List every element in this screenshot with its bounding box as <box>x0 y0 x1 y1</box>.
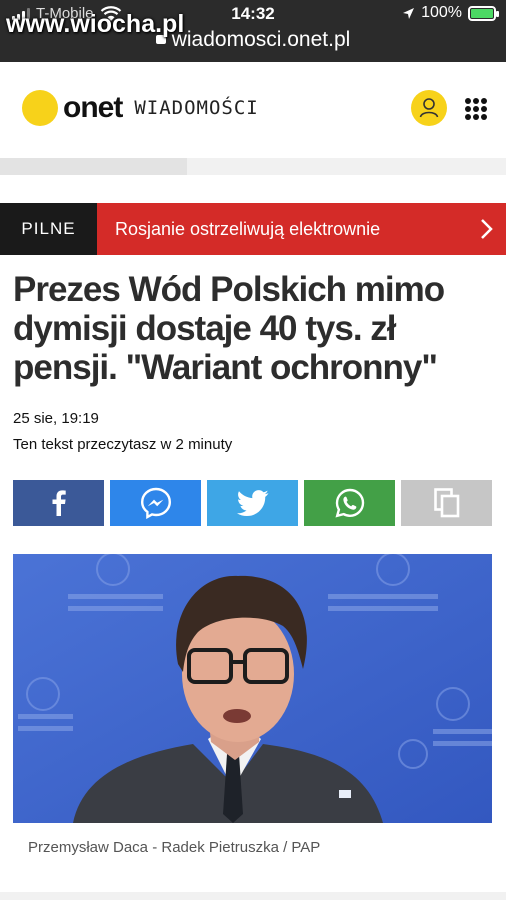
logo-dot-icon <box>22 90 58 126</box>
apps-dot-icon <box>473 114 479 120</box>
copy-link-button[interactable] <box>401 480 492 526</box>
site-header: onet WIADOMOŚCI <box>0 62 506 158</box>
status-bar: T-Mobile 14:32 100% wiadomosci.onet.pl w… <box>0 0 506 62</box>
share-twitter-button[interactable] <box>207 480 298 526</box>
site-logo[interactable]: onet WIADOMOŚCI <box>22 90 259 126</box>
reading-time: Ten tekst przeczytasz w 2 minuty <box>13 436 233 453</box>
apps-dot-icon <box>473 98 479 104</box>
breaking-tag: PILNE <box>0 203 97 255</box>
breaking-news-bar[interactable]: PILNE Rosjanie ostrzeliwują elektrownie <box>0 203 506 255</box>
apps-menu-button[interactable] <box>465 98 487 120</box>
article-photo[interactable] <box>13 554 492 823</box>
copy-icon <box>433 488 459 518</box>
apps-dot-icon <box>465 106 471 112</box>
reading-progress-fill <box>0 158 188 175</box>
facebook-icon <box>52 490 66 516</box>
watermark: www.wiocha.pl <box>6 10 185 38</box>
share-facebook-button[interactable] <box>13 480 104 526</box>
article-photo-image <box>13 554 492 823</box>
url-text: wiadomosci.onet.pl <box>171 28 351 51</box>
user-icon <box>419 98 439 118</box>
reading-progress-bar <box>0 158 506 175</box>
logo-text: onet <box>63 91 123 124</box>
apps-dot-icon <box>473 106 479 112</box>
user-account-button[interactable] <box>411 90 447 126</box>
location-arrow-icon <box>403 7 415 19</box>
section-divider <box>0 892 506 900</box>
apps-dot-icon <box>481 114 487 120</box>
share-whatsapp-button[interactable] <box>304 480 395 526</box>
battery-percent: 100% <box>421 4 462 21</box>
whatsapp-icon <box>334 488 364 518</box>
status-right: 100% <box>402 4 499 22</box>
chevron-right-icon <box>481 219 493 239</box>
battery-icon <box>468 5 499 21</box>
section-name: WIADOMOŚCI <box>134 97 259 119</box>
article-title: Prezes Wód Polskich mimo dymisji dostaje… <box>13 270 445 387</box>
apps-dot-icon <box>481 98 487 104</box>
apps-dot-icon <box>481 106 487 112</box>
apps-dot-icon <box>465 114 471 120</box>
article-date: 25 sie, 19:19 <box>13 410 99 427</box>
breaking-headline: Rosjanie ostrzeliwują elektrownie <box>115 218 381 239</box>
breaking-headline-link[interactable]: Rosjanie ostrzeliwują elektrownie <box>97 203 506 255</box>
share-messenger-button[interactable] <box>110 480 201 526</box>
apps-dot-icon <box>465 98 471 104</box>
twitter-icon <box>236 490 268 516</box>
messenger-icon <box>140 487 171 519</box>
photo-credit: Przemysław Daca - Radek Pietruszka / PAP <box>28 839 321 856</box>
